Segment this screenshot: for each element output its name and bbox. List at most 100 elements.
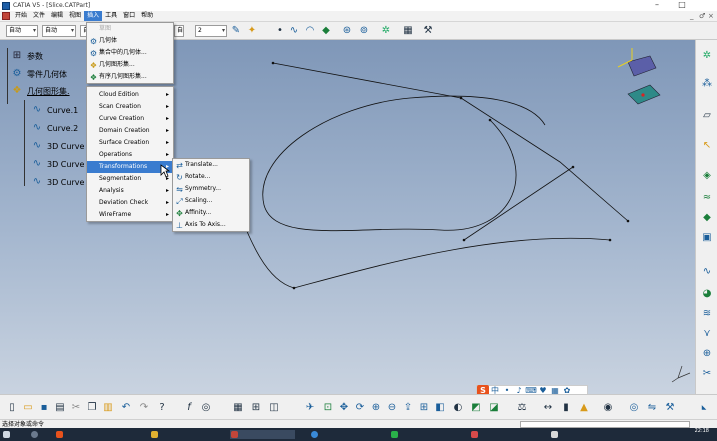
tree-item-geometrical-set[interactable]: ❖ 几何图形集. bbox=[10, 85, 70, 97]
menu-start[interactable]: 开始 bbox=[12, 11, 30, 21]
catalog-icon[interactable]: ⊞ bbox=[250, 402, 262, 414]
menu-item-cloud-edition[interactable]: Cloud Edition ▸ bbox=[87, 89, 173, 101]
wave-icon[interactable]: ≈ bbox=[701, 192, 713, 204]
menu-item-domain-creation[interactable]: Domain Creation ▸ bbox=[87, 125, 173, 137]
menu-item-wireframe[interactable]: WireFrame ▸ bbox=[87, 209, 173, 221]
tree-item-parameters[interactable]: ⊞ 参数 bbox=[10, 50, 43, 62]
restore-button[interactable]: □ bbox=[673, 0, 691, 11]
system-clock[interactable]: 22:18 bbox=[695, 428, 709, 434]
taskbar-app-browser[interactable] bbox=[55, 430, 115, 439]
param-icon[interactable]: ⇋ bbox=[646, 402, 658, 414]
measure-icon[interactable]: ⊛ bbox=[341, 25, 353, 37]
copy-icon[interactable]: ❐ bbox=[86, 402, 98, 414]
hide-show-icon[interactable]: ◩ bbox=[470, 402, 482, 414]
pan-icon[interactable]: ✥ bbox=[338, 402, 350, 414]
spline-icon[interactable]: ∿ bbox=[288, 25, 300, 37]
search-button[interactable] bbox=[30, 430, 44, 439]
new-file-icon[interactable]: ▯ bbox=[6, 402, 18, 414]
circle-icon[interactable]: ◠ bbox=[304, 25, 316, 37]
curve-icon[interactable]: ∿ bbox=[701, 266, 713, 278]
curve-lower[interactable] bbox=[232, 196, 611, 289]
menu-tools[interactable]: 工具 bbox=[102, 11, 120, 21]
taskbar-app-chrome[interactable] bbox=[310, 430, 375, 439]
normal-view-icon[interactable]: ⇪ bbox=[402, 402, 414, 414]
rotate-view-icon[interactable]: ⟳ bbox=[354, 402, 366, 414]
camera-icon[interactable]: ◉ bbox=[602, 402, 614, 414]
plane-icon[interactable]: ▱ bbox=[701, 110, 713, 122]
menu-item-operations[interactable]: Operations ▸ bbox=[87, 149, 173, 161]
material-icon[interactable]: ⚖ bbox=[516, 402, 528, 414]
curve-line-top[interactable] bbox=[272, 62, 462, 99]
menu-item-body[interactable]: ⚙ 几何体 bbox=[87, 35, 173, 47]
formula-icon[interactable]: f bbox=[183, 402, 195, 414]
zoom-in-icon[interactable]: ⊕ bbox=[370, 402, 382, 414]
app-menu-icon[interactable] bbox=[2, 12, 10, 20]
command-input[interactable] bbox=[520, 421, 690, 428]
minimize-button[interactable]: – bbox=[648, 0, 666, 11]
table-icon[interactable]: ▦ bbox=[232, 402, 244, 414]
surface-icon[interactable]: ◆ bbox=[320, 25, 332, 37]
cursor-select-icon[interactable]: ↖ bbox=[701, 140, 713, 152]
multi-view-icon[interactable]: ⊞ bbox=[418, 402, 430, 414]
tree-item-3d-curve-2[interactable]: ∿ 3D Curve bbox=[30, 158, 85, 170]
menu-item-axis-to-axis[interactable]: ⊥ Axis To Axis... bbox=[173, 219, 249, 231]
join-icon[interactable]: ⊕ bbox=[701, 348, 713, 360]
menu-item-rotate[interactable]: ↻ Rotate... bbox=[173, 171, 249, 183]
menu-item-scaling[interactable]: ⤢ Scaling... bbox=[173, 195, 249, 207]
fill-icon[interactable]: ◕ bbox=[701, 288, 713, 300]
taskbar-app-wechat[interactable] bbox=[390, 430, 455, 439]
trim-icon[interactable]: ✂ bbox=[701, 368, 713, 380]
shading-icon[interactable]: ◐ bbox=[452, 402, 464, 414]
layer-combo[interactable]: 自 bbox=[174, 25, 184, 37]
menu-item-scan-creation[interactable]: Scan Creation ▸ bbox=[87, 101, 173, 113]
swap-space-icon[interactable]: ◪ bbox=[488, 402, 500, 414]
mdi-restore-button[interactable]: ♂ bbox=[699, 12, 705, 20]
tree-item-curve-2[interactable]: ∿ Curve.2 bbox=[30, 122, 78, 134]
point-cloud-icon[interactable]: ⁂ bbox=[701, 78, 713, 90]
open-file-icon[interactable]: ▭ bbox=[22, 402, 34, 414]
measure-between-icon[interactable]: ↔ bbox=[542, 402, 554, 414]
mdi-close-button[interactable]: × bbox=[708, 12, 714, 20]
tree-item-part-body[interactable]: ⚙ 零件几何体 bbox=[10, 68, 67, 80]
measure-item-icon[interactable]: ▮ bbox=[560, 402, 572, 414]
menu-view[interactable]: 视图 bbox=[66, 11, 84, 21]
fit-all-icon[interactable]: ⊡ bbox=[322, 402, 334, 414]
point-style-combo[interactable]: 2 ▾ bbox=[195, 25, 227, 37]
menu-item-body-in-set[interactable]: ⚙ 集合中的几何体... bbox=[87, 47, 173, 59]
cube-icon[interactable]: ▣ bbox=[701, 232, 713, 244]
curve-line-descending[interactable] bbox=[460, 97, 629, 222]
menu-item-curve-creation[interactable]: Curve Creation ▸ bbox=[87, 113, 173, 125]
whats-this-icon[interactable]: ? bbox=[156, 402, 168, 414]
tree-item-3d-curve-1[interactable]: ∿ 3D Curve bbox=[30, 140, 85, 152]
menu-item-surface-creation[interactable]: Surface Creation ▸ bbox=[87, 137, 173, 149]
start-button[interactable] bbox=[2, 430, 16, 439]
taskbar-app-editor[interactable] bbox=[470, 430, 535, 439]
compass-icon[interactable] bbox=[617, 48, 661, 105]
taskbar-app-catia[interactable] bbox=[230, 430, 295, 439]
analysis-icon[interactable]: ◎ bbox=[628, 402, 640, 414]
mesh-icon[interactable]: ◈ bbox=[701, 170, 713, 182]
menu-item-symmetry[interactable]: ⇋ Symmetry... bbox=[173, 183, 249, 195]
extract-icon[interactable]: ⋎ bbox=[701, 328, 713, 340]
paste-icon[interactable]: ▥ bbox=[102, 402, 114, 414]
iso-view-icon[interactable]: ◧ bbox=[434, 402, 446, 414]
menu-item-analysis[interactable]: Analysis ▸ bbox=[87, 185, 173, 197]
menu-help[interactable]: 帮助 bbox=[138, 11, 156, 21]
menu-item-translate[interactable]: ⇄ Translate... bbox=[173, 159, 249, 171]
color-combo[interactable]: 自动 ▾ bbox=[6, 25, 38, 37]
blend-icon[interactable]: ≋ bbox=[701, 308, 713, 320]
workbench-icon[interactable]: ✲ bbox=[701, 50, 713, 62]
tools-icon[interactable]: ⚒ bbox=[664, 402, 676, 414]
menu-item-geometrical-set[interactable]: ❖ 几何图形集... bbox=[87, 59, 173, 71]
measure-icon[interactable]: ◫ bbox=[268, 402, 280, 414]
menu-edit[interactable]: 编辑 bbox=[48, 11, 66, 21]
linetype-combo[interactable]: 自动 ▾ bbox=[42, 25, 76, 37]
taskbar-app-folder[interactable] bbox=[150, 430, 210, 439]
print-icon[interactable]: ▤ bbox=[54, 402, 66, 414]
comment-icon[interactable]: ◎ bbox=[200, 402, 212, 414]
curve-line-cross[interactable] bbox=[463, 166, 574, 241]
menu-item-deviation-check[interactable]: Deviation Check ▸ bbox=[87, 197, 173, 209]
grid-icon[interactable]: ▦ bbox=[402, 25, 414, 37]
menu-insert[interactable]: 插入 bbox=[84, 11, 103, 21]
tree-item-3d-curve-3[interactable]: ∿ 3D Curve bbox=[30, 176, 85, 188]
